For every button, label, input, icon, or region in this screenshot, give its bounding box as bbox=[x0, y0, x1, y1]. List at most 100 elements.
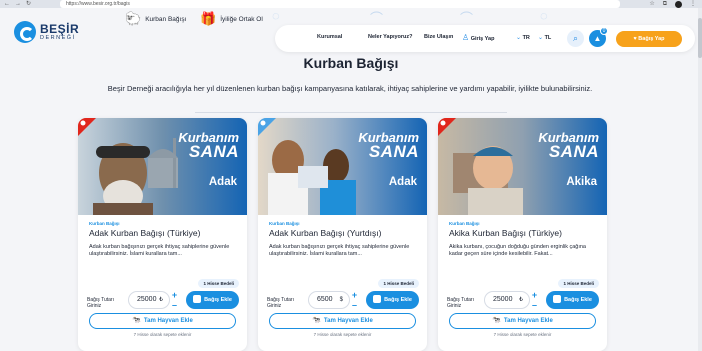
amount-input[interactable]: 6500 $ bbox=[308, 291, 350, 309]
extensions-icon[interactable]: ⧉ bbox=[663, 0, 667, 8]
top-link-kurban-label: Kurban Bağışı bbox=[145, 15, 187, 23]
donate-button-label: Bağış Yap bbox=[638, 36, 665, 42]
forward-button[interactable]: → bbox=[15, 0, 21, 8]
page-scrollbar[interactable] bbox=[698, 8, 702, 351]
top-link-kurban[interactable]: 🐑 Kurban Bağışı bbox=[125, 11, 186, 27]
site-header: BEŞİR DERNEĞİ 🐑 Kurban Bağışı 🎁 İyiliğe … bbox=[0, 8, 702, 55]
heart-icon: ♥ bbox=[633, 36, 637, 42]
star-icon[interactable]: ☆ bbox=[649, 0, 654, 8]
add-full-animal-button[interactable]: 🐄 Tam Hayvan Ekle bbox=[89, 313, 236, 329]
card-title[interactable]: Adak Kurban Bağışı (Türkiye) bbox=[89, 228, 201, 238]
donation-card: Kurbanım SANA Adak Kurban Bağışı Adak Ku… bbox=[78, 118, 247, 351]
increment-button[interactable]: + bbox=[350, 291, 359, 300]
add-full-animal-label: Tam Hayvan Ekle bbox=[323, 318, 373, 324]
cow-icon: 🐄 bbox=[132, 317, 141, 324]
currency-symbol: ₺ bbox=[159, 297, 163, 303]
increment-button[interactable]: + bbox=[530, 291, 539, 300]
chevron-down-icon: ⌄ bbox=[538, 35, 544, 41]
donation-card: Kurbanım SANA Adak Kurban Bağışı Adak Ku… bbox=[258, 118, 427, 351]
cow-icon: 🐄 bbox=[492, 317, 501, 324]
search-button[interactable]: ⌕ bbox=[567, 30, 584, 47]
banner-subtitle: SANA bbox=[548, 141, 599, 161]
card-description: Adak kurban bağışınızı gerçek ihtiyaç sa… bbox=[89, 244, 230, 257]
amount-label: Bağış Tutarı Giriniz bbox=[87, 297, 114, 309]
card-note: 7 Hisse olarak sepete eklenir bbox=[133, 332, 192, 337]
logo-mark-icon bbox=[14, 21, 36, 43]
card-banner-image: Kurbanım SANA Adak bbox=[258, 118, 427, 215]
decrement-button[interactable]: – bbox=[170, 301, 179, 310]
banner-label: Adak bbox=[208, 176, 237, 188]
add-donation-button[interactable]: Bağış Ekle bbox=[546, 291, 599, 309]
language-select[interactable]: ⌄ TR bbox=[516, 34, 530, 41]
top-link-iyilige-label: İyiliğe Ortak Ol bbox=[220, 15, 263, 23]
amount-input[interactable]: 25000 ₺ bbox=[128, 291, 170, 309]
amount-label: Bağış Tutarı Giriniz bbox=[447, 297, 474, 309]
card-title[interactable]: Adak Kurban Bağışı (Yurtdışı) bbox=[269, 228, 381, 238]
nav-bize-ulasin[interactable]: Bize Ulaşın bbox=[424, 34, 453, 40]
add-donation-button[interactable]: Bağış Ekle bbox=[186, 291, 239, 309]
user-icon: ♙ bbox=[462, 33, 470, 42]
share-price-pill[interactable]: 1 Hisse Bedeli bbox=[198, 279, 239, 288]
decrement-button[interactable]: – bbox=[530, 301, 539, 310]
banner-subtitle: SANA bbox=[368, 141, 419, 161]
add-full-animal-label: Tam Hayvan Ekle bbox=[143, 318, 193, 324]
sheep-icon: 🐑 bbox=[125, 11, 142, 26]
card-banner-image: Kurbanım SANA Adak bbox=[78, 118, 247, 215]
cart-count-badge: 0 bbox=[600, 27, 608, 35]
card-note: 7 Hisse olarak sepete eklenir bbox=[313, 332, 372, 337]
chevron-down-icon: ⌄ bbox=[516, 35, 522, 41]
amount-value: 6500 bbox=[317, 296, 333, 303]
scrollbar-thumb[interactable] bbox=[698, 18, 702, 58]
card-category: Kurban Bağışı bbox=[89, 221, 120, 226]
divider bbox=[195, 112, 507, 113]
currency-symbol: ₺ bbox=[519, 297, 523, 303]
decrement-button[interactable]: – bbox=[350, 301, 359, 310]
site-logo[interactable]: BEŞİR DERNEĞİ bbox=[14, 21, 79, 43]
add-full-animal-button[interactable]: 🐄 Tam Hayvan Ekle bbox=[449, 313, 596, 329]
add-full-animal-label: Tam Hayvan Ekle bbox=[503, 318, 553, 324]
donate-button[interactable]: ♥ Bağış Yap bbox=[616, 31, 682, 47]
reload-button[interactable]: ↻ bbox=[26, 0, 31, 8]
add-donation-label: Bağış Ekle bbox=[204, 297, 232, 303]
back-button[interactable]: ← bbox=[4, 0, 10, 8]
share-price-pill[interactable]: 1 Hisse Bedeli bbox=[558, 279, 599, 288]
banner-label: Akika bbox=[566, 176, 597, 188]
top-link-iyilige[interactable]: 🎁 İyiliğe Ortak Ol bbox=[200, 11, 263, 27]
browser-actions: ☆ ⧉ ⋮ bbox=[649, 0, 696, 8]
search-icon: ⌕ bbox=[572, 33, 579, 43]
amount-value: 25000 bbox=[137, 296, 157, 303]
add-full-animal-button[interactable]: 🐄 Tam Hayvan Ekle bbox=[269, 313, 416, 329]
add-donation-button[interactable]: Bağış Ekle bbox=[366, 291, 419, 309]
amount-input[interactable]: 25000 ₺ bbox=[484, 291, 530, 309]
address-bar[interactable]: https://www.besir.org.tr/bagis bbox=[60, 0, 620, 8]
gift-icon: 🎁 bbox=[200, 11, 217, 26]
decor-icon: ◌ bbox=[540, 8, 548, 23]
decor-icon: ◌ bbox=[272, 8, 280, 23]
card-title[interactable]: Akika Kurban Bağışı (Türkiye) bbox=[449, 228, 562, 238]
cow-icon: 🐄 bbox=[312, 317, 321, 324]
currency-value: TL bbox=[544, 35, 552, 41]
currency-symbol: $ bbox=[339, 297, 343, 303]
basket-icon bbox=[193, 294, 202, 303]
nav-login-label: Giriş Yap bbox=[470, 36, 495, 42]
language-value: TR bbox=[522, 35, 530, 41]
browser-toolbar: ← → ↻ https://www.besir.org.tr/bagis ☆ ⧉… bbox=[0, 0, 702, 8]
bag-icon: ▲ bbox=[593, 34, 602, 43]
basket-icon bbox=[553, 294, 562, 303]
logo-name: BEŞİR bbox=[40, 21, 80, 36]
nav-kurumsal[interactable]: Kurumsal bbox=[317, 34, 342, 40]
amount-value: 25000 bbox=[493, 296, 513, 303]
banner-label: Adak bbox=[388, 176, 417, 188]
card-category: Kurban Bağışı bbox=[449, 221, 480, 226]
profile-avatar[interactable] bbox=[675, 0, 682, 8]
share-price-pill[interactable]: 1 Hisse Bedeli bbox=[378, 279, 419, 288]
currency-select[interactable]: ⌄ TL bbox=[538, 34, 551, 41]
main-nav: Kurumsal Neler Yapıyoruz? Bize Ulaşın ♙ … bbox=[275, 25, 695, 52]
nav-login[interactable]: ♙ Giriş Yap bbox=[462, 33, 494, 42]
card-description: Akika kurbanı, çocuğun doğduğu günden er… bbox=[449, 244, 586, 257]
nav-neler-yapiyoruz[interactable]: Neler Yapıyoruz? bbox=[368, 34, 413, 40]
card-banner-image: Kurbanım SANA Akika bbox=[438, 118, 607, 215]
menu-icon[interactable]: ⋮ bbox=[690, 0, 696, 8]
page-description: Beşir Derneği aracılığıyla her yıl düzen… bbox=[107, 84, 593, 93]
increment-button[interactable]: + bbox=[170, 291, 179, 300]
